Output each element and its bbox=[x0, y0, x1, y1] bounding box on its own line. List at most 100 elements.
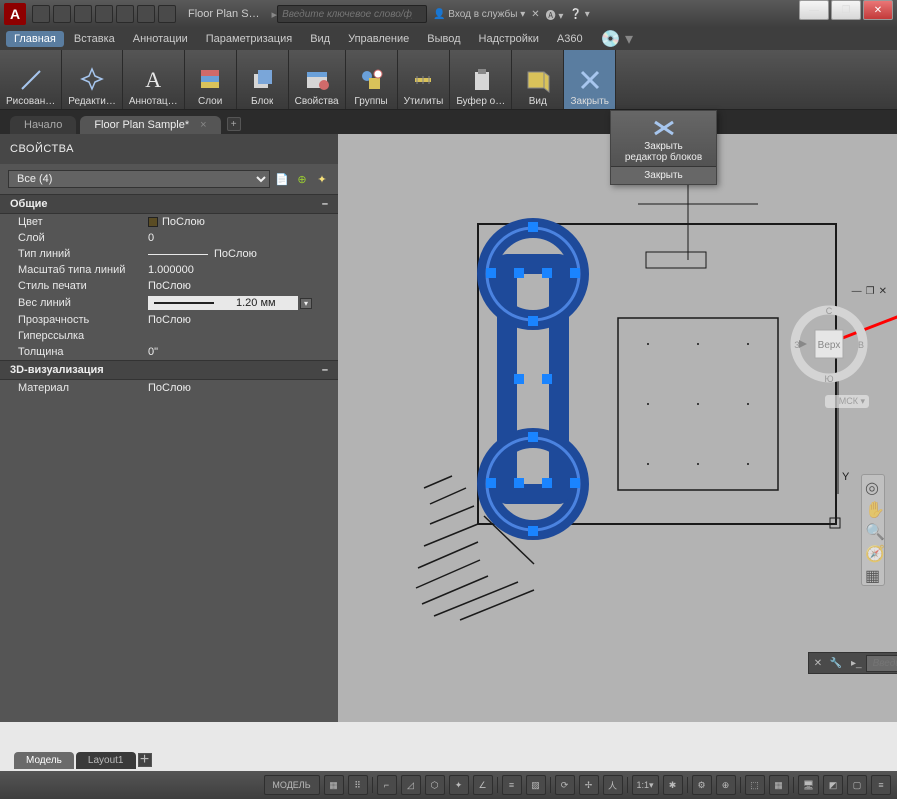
snap-toggle-icon[interactable]: ⠿ bbox=[348, 775, 368, 795]
exchange-icon[interactable]: ✕ bbox=[531, 9, 539, 20]
close-button[interactable]: ✕ bbox=[863, 0, 893, 20]
cmd-config-icon[interactable]: 🔧 bbox=[829, 656, 843, 670]
prop-row-материал[interactable]: МатериалПоСлою bbox=[0, 380, 338, 396]
tab-close-icon[interactable]: × bbox=[200, 119, 206, 131]
keyword-search-input[interactable] bbox=[277, 5, 427, 23]
menu-parametric[interactable]: Параметризация bbox=[198, 31, 300, 47]
layout-tab-layout1[interactable]: Layout1 bbox=[76, 752, 136, 769]
osnap-toggle-icon[interactable]: ✦ bbox=[449, 775, 469, 795]
pick-select-icon[interactable]: ⊕ bbox=[294, 171, 310, 187]
lineweight-dropdown-icon[interactable]: ▾ bbox=[300, 298, 312, 309]
ortho-toggle-icon[interactable]: ⌐ bbox=[377, 775, 397, 795]
dyn-ucs-toggle-icon[interactable]: 人 bbox=[603, 775, 623, 795]
ribbon-collapse-icon[interactable]: 💿 ▾ bbox=[601, 29, 633, 49]
polar-toggle-icon[interactable]: ◿ bbox=[401, 775, 421, 795]
anno-monitor-icon[interactable]: ⊕ bbox=[716, 775, 736, 795]
prop-row-тип-линий[interactable]: Тип линийПоСлою bbox=[0, 246, 338, 262]
menu-home[interactable]: Главная bbox=[6, 31, 64, 47]
category-general[interactable]: Общие– bbox=[0, 194, 338, 214]
ribbon-panel-clipboard[interactable]: Буфер о… bbox=[450, 50, 512, 109]
3dosnap-toggle-icon[interactable]: ✢ bbox=[579, 775, 599, 795]
prop-row-вес-линий[interactable]: Вес линий1.20 мм▾ bbox=[0, 294, 338, 312]
qat-new-icon[interactable] bbox=[32, 5, 50, 23]
ribbon-panel-properties[interactable]: Свойства bbox=[289, 50, 346, 109]
prop-row-слой[interactable]: Слой0 bbox=[0, 230, 338, 246]
qat-saveas-icon[interactable] bbox=[95, 5, 113, 23]
window-title: Floor Plan S… bbox=[188, 8, 260, 20]
close-panel-button[interactable]: Закрыть bbox=[611, 166, 716, 184]
anno-scale-button[interactable]: 1:1 ▾ bbox=[632, 775, 659, 795]
units-button[interactable]: ⬚ bbox=[745, 775, 765, 795]
ribbon-label: Рисован… bbox=[6, 96, 55, 107]
command-input[interactable] bbox=[866, 655, 897, 672]
lineweight-toggle-icon[interactable]: ≡ bbox=[502, 775, 522, 795]
prop-row-цвет[interactable]: ЦветПоСлою bbox=[0, 214, 338, 230]
quick-select-icon[interactable]: 📄 bbox=[274, 171, 290, 187]
viewcube[interactable]: Верх С Ю В З МСК ▾ bbox=[789, 304, 869, 384]
clean-screen-icon[interactable]: ▢ bbox=[847, 775, 867, 795]
pan-icon[interactable]: ✋ bbox=[865, 500, 881, 516]
transparency-toggle-icon[interactable]: ▨ bbox=[526, 775, 546, 795]
grid-toggle-icon[interactable]: ▦ bbox=[324, 775, 344, 795]
workspace-switch-icon[interactable]: ⚙ bbox=[692, 775, 712, 795]
prop-row-прозрачность[interactable]: ПрозрачностьПоСлою bbox=[0, 312, 338, 328]
menu-a360[interactable]: A360 bbox=[549, 31, 591, 47]
steering-wheel-icon[interactable]: ◎ bbox=[865, 478, 881, 494]
ribbon-panel-utilities[interactable]: Утилиты bbox=[398, 50, 451, 109]
menu-insert[interactable]: Вставка bbox=[66, 31, 123, 47]
cmd-close-icon[interactable]: ✕ bbox=[811, 656, 825, 670]
toggle-quick-icon[interactable]: ✦ bbox=[314, 171, 330, 187]
minimize-button[interactable]: — bbox=[799, 0, 829, 20]
otrack-toggle-icon[interactable]: ∠ bbox=[473, 775, 493, 795]
maximize-button[interactable]: ❐ bbox=[831, 0, 861, 20]
titlebar: A Floor Plan S… ▸ 👤 Вход в службы ▾ ✕ 🅐 … bbox=[0, 0, 897, 28]
prop-row-стиль-печати[interactable]: Стиль печатиПоСлою bbox=[0, 278, 338, 294]
selection-dropdown[interactable]: Все (4) bbox=[8, 170, 270, 188]
drawing-canvas[interactable]: — ❐ ✕ Y bbox=[338, 134, 897, 722]
menu-addins[interactable]: Надстройки bbox=[471, 31, 547, 47]
ribbon-panel-block[interactable]: Блок bbox=[237, 50, 289, 109]
prop-row-гиперссылка[interactable]: Гиперссылка bbox=[0, 328, 338, 344]
qat-print-icon[interactable] bbox=[116, 5, 134, 23]
menu-view[interactable]: Вид bbox=[302, 31, 338, 47]
ribbon-label: Буфер о… bbox=[456, 96, 505, 107]
anno-visibility-icon[interactable]: ✱ bbox=[663, 775, 683, 795]
zoom-extents-icon[interactable]: 🔍 bbox=[865, 522, 881, 538]
menu-annotate[interactable]: Аннотации bbox=[125, 31, 196, 47]
ribbon-panel-draw[interactable]: Рисован… bbox=[0, 50, 62, 109]
menu-output[interactable]: Вывод bbox=[419, 31, 468, 47]
prop-row-масштаб-типа-линий[interactable]: Масштаб типа линий1.000000 bbox=[0, 262, 338, 278]
prop-row-толщина[interactable]: Толщина0" bbox=[0, 344, 338, 360]
isoplane-toggle-icon[interactable]: ⬡ bbox=[425, 775, 445, 795]
qat-save-icon[interactable] bbox=[74, 5, 92, 23]
qat-undo-icon[interactable] bbox=[137, 5, 155, 23]
layout-tab-model[interactable]: Модель bbox=[14, 752, 74, 769]
doc-tab-start[interactable]: Начало bbox=[10, 116, 76, 134]
app-logo[interactable]: A bbox=[4, 3, 26, 25]
coord-badge[interactable]: МСК ▾ bbox=[825, 395, 869, 408]
qat-open-icon[interactable] bbox=[53, 5, 71, 23]
ribbon-panel-layers[interactable]: Слои bbox=[185, 50, 237, 109]
ribbon-panel-close[interactable]: Закрыть bbox=[564, 50, 616, 109]
showmotion-icon[interactable]: ▦ bbox=[865, 566, 881, 582]
signin-button[interactable]: 👤 Вход в службы ▾ bbox=[433, 9, 525, 20]
ribbon-panel-groups[interactable]: Группы bbox=[346, 50, 398, 109]
add-layout-button[interactable]: + bbox=[138, 753, 152, 767]
menu-manage[interactable]: Управление bbox=[340, 31, 417, 47]
doc-tab-floorplan[interactable]: Floor Plan Sample* × bbox=[80, 116, 220, 134]
category-3dvis[interactable]: 3D-визуализация– bbox=[0, 360, 338, 380]
orbit-icon[interactable]: 🧭 bbox=[865, 544, 881, 560]
a360-icon[interactable]: 🅐 ▾ bbox=[546, 7, 564, 22]
ribbon-panel-modify[interactable]: Редакти… bbox=[62, 50, 123, 109]
selection-cycling-icon[interactable]: ⟳ bbox=[555, 775, 575, 795]
customize-status-icon[interactable]: ≡ bbox=[871, 775, 891, 795]
ribbon-panel-annotate[interactable]: AАннотац… bbox=[123, 50, 185, 109]
add-doc-tab-button[interactable]: + bbox=[227, 117, 241, 131]
hardware-accel-icon[interactable]: 🖥 bbox=[798, 775, 819, 795]
help-icon[interactable]: ❔ ▾ bbox=[569, 9, 589, 20]
model-space-button[interactable]: МОДЕЛЬ bbox=[264, 775, 320, 795]
qat-redo-icon[interactable] bbox=[158, 5, 176, 23]
isolate-objects-icon[interactable]: ◩ bbox=[823, 775, 843, 795]
ribbon-panel-view[interactable]: Вид bbox=[512, 50, 564, 109]
quick-props-icon[interactable]: ▦ bbox=[769, 775, 789, 795]
